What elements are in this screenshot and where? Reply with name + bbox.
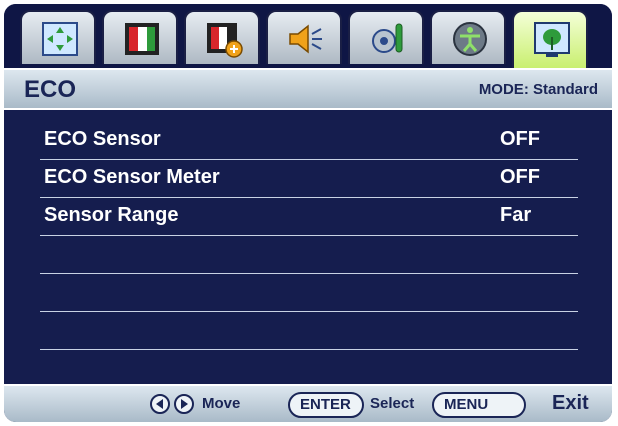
tab-display[interactable] — [20, 10, 96, 64]
left-arrow-icon — [156, 399, 163, 409]
tab-strip — [4, 4, 612, 68]
setting-row-eco-sensor-meter[interactable]: ECO Sensor Meter OFF — [40, 160, 578, 198]
exit-label: Exit — [552, 392, 589, 414]
page-title: ECO — [24, 76, 77, 103]
tab-picture-advanced[interactable] — [184, 10, 260, 64]
empty-row — [40, 236, 578, 274]
hint-bar: Move ENTER Select MENU Exit — [4, 384, 612, 422]
picture-icon — [125, 23, 159, 55]
setting-label: ECO Sensor Meter — [44, 166, 220, 188]
enter-button[interactable]: ENTER — [288, 392, 364, 418]
tab-accessibility[interactable] — [430, 10, 506, 64]
setting-label: ECO Sensor — [44, 128, 161, 150]
accessibility-icon — [453, 22, 487, 56]
setting-value: Far — [500, 204, 532, 226]
tab-system-settings[interactable] — [348, 10, 424, 64]
tab-picture[interactable] — [102, 10, 178, 64]
empty-row — [40, 312, 578, 350]
setting-row-eco-sensor[interactable]: ECO Sensor OFF — [40, 122, 578, 160]
mode-indicator: MODE: Standard — [478, 81, 598, 98]
picture-advanced-icon — [207, 23, 243, 58]
audio-icon — [289, 24, 322, 54]
empty-row — [40, 274, 578, 312]
setting-value: OFF — [500, 128, 540, 150]
tab-audio[interactable] — [266, 10, 342, 64]
system-settings-icon — [372, 23, 403, 53]
left-arrow-button[interactable] — [150, 394, 170, 414]
empty-row — [40, 350, 578, 388]
setting-label: Sensor Range — [44, 204, 179, 226]
enter-button-label: ENTER — [300, 396, 351, 413]
setting-value: OFF — [500, 166, 540, 188]
select-hint-label: Select — [370, 395, 415, 412]
menu-button[interactable]: MENU — [432, 392, 526, 418]
right-arrow-button[interactable] — [174, 394, 194, 414]
title-bar: ECO MODE: Standard — [4, 68, 612, 110]
setting-row-sensor-range[interactable]: Sensor Range Far — [40, 198, 578, 236]
osd-menu: ECO MODE: Standard ECO Sensor OFF ECO Se… — [4, 4, 612, 422]
display-icon — [42, 22, 78, 56]
menu-button-label: MENU — [444, 396, 489, 413]
tab-eco[interactable] — [512, 10, 588, 68]
right-arrow-icon — [181, 399, 188, 409]
move-hint-label: Move — [202, 395, 241, 412]
eco-icon — [534, 22, 570, 57]
